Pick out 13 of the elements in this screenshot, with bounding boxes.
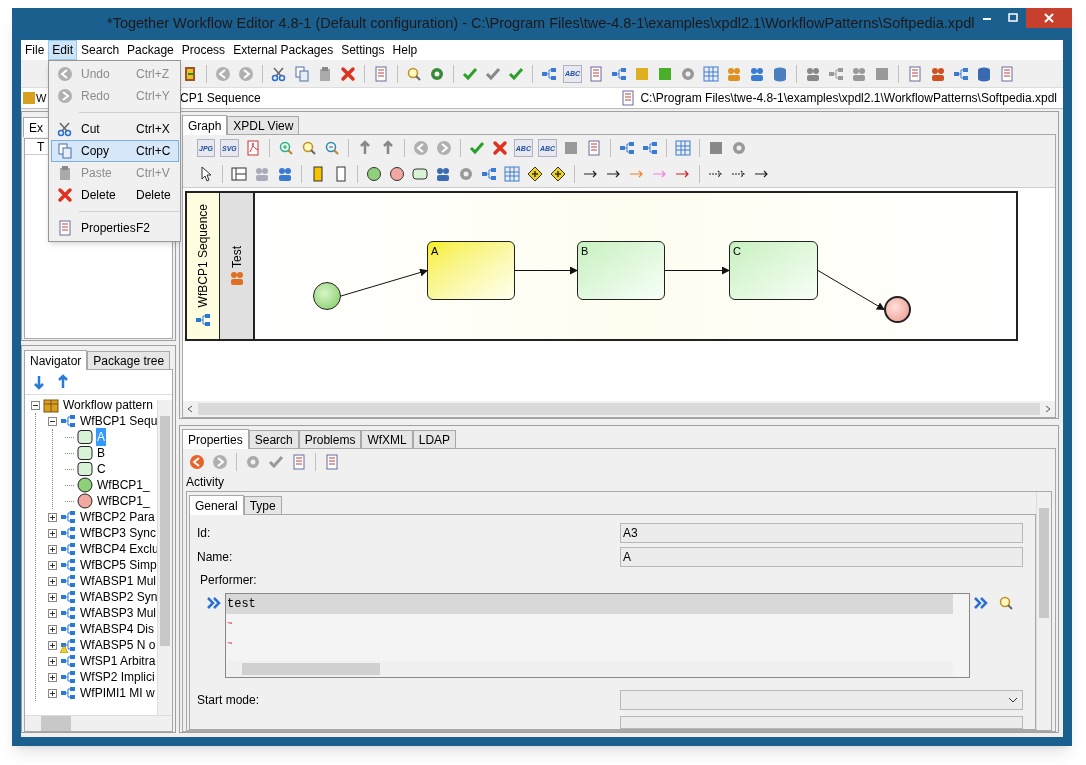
field-label: Performer: (199, 572, 258, 589)
lane-label: Test (220, 193, 255, 339)
field-label: Start mode: (196, 692, 261, 709)
activity-node: A (427, 241, 515, 300)
pool-label: WfBCP1 Sequence (187, 193, 220, 339)
section-heading: Activity (186, 475, 225, 489)
process-field: CP1 Sequence (176, 89, 621, 107)
window-title: *Together Workflow Editor 4.8-1 (Default configuration) - C:\Program Files\twe-4.8-1\examples\xpdl2.1\WorkflowPatterns\Softpedia.xpdl (107, 14, 975, 34)
activity-node: C (729, 241, 818, 300)
file-path: C:\Program Files\twe-4.8-1\examples\xpdl2.1\WorkflowPatterns\Softpedia.xpdl (640, 90, 1057, 107)
activity-node: B (577, 241, 665, 300)
field-label: Id: (196, 525, 212, 542)
field-label: Name: (196, 549, 234, 566)
